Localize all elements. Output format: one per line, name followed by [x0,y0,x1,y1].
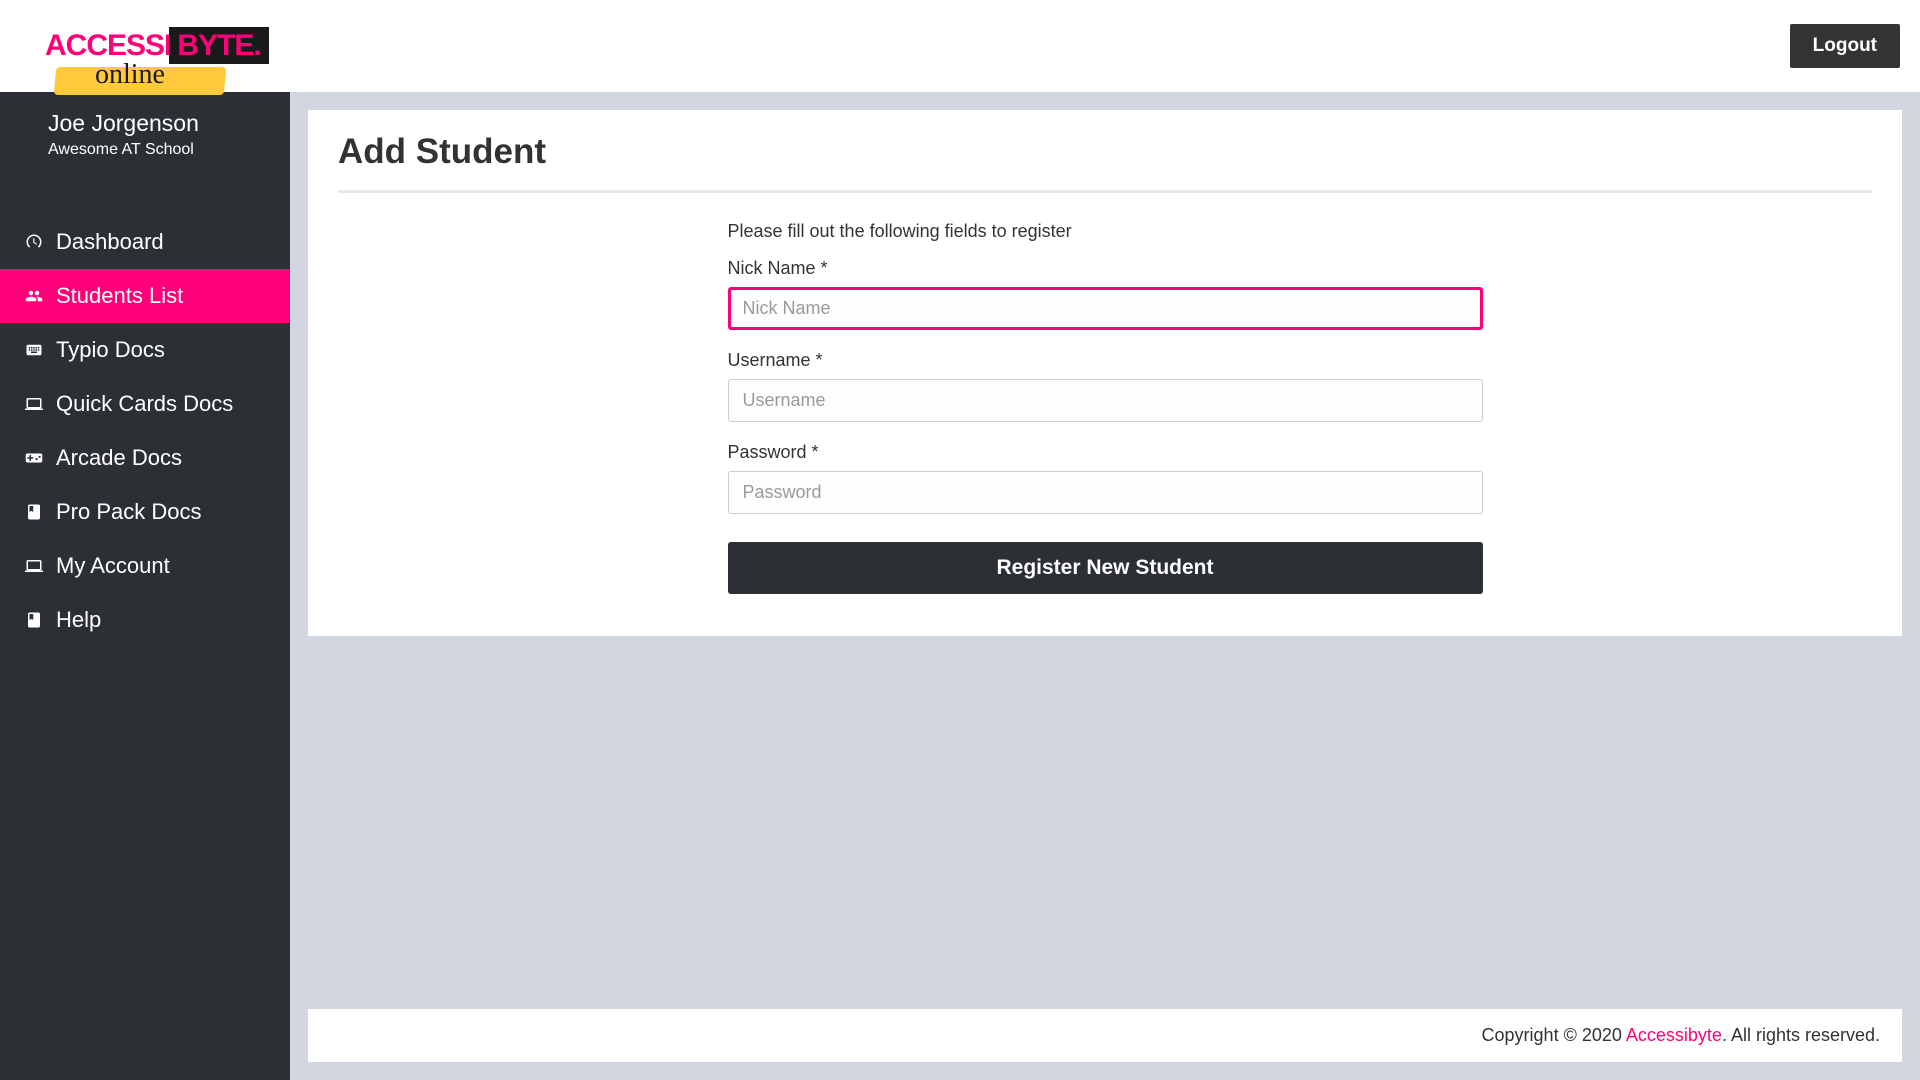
user-name: Joe Jorgenson [48,110,270,137]
logo-main-text: ACCESSIBYTE. [45,29,269,63]
content-area: Add Student Please fill out the followin… [290,92,1920,1080]
password-group: Password * [728,442,1483,514]
sidebar-item-dashboard[interactable]: Dashboard [0,215,290,269]
nickname-label: Nick Name * [728,258,1483,279]
sidebar-item-arcade-docs[interactable]: Arcade Docs [0,431,290,485]
username-group: Username * [728,350,1483,422]
sidebar-item-pro-pack-docs[interactable]: Pro Pack Docs [0,485,290,539]
logo-online-text: online [95,59,165,91]
sidebar-item-label: Help [56,607,101,633]
logo[interactable]: ACCESSIBYTE. online [45,29,269,63]
book-icon [22,502,46,522]
sidebar-item-label: Students List [56,283,183,309]
footer-brand-link[interactable]: Accessibyte [1626,1025,1722,1045]
sidebar-item-label: Typio Docs [56,337,165,363]
title-divider [338,190,1872,193]
laptop-icon [22,394,46,414]
sidebar-item-typio-docs[interactable]: Typio Docs [0,323,290,377]
laptop-icon [22,556,46,576]
content-card: Add Student Please fill out the followin… [308,110,1902,636]
sidebar: Joe Jorgenson Awesome AT School Dashboar… [0,92,290,1080]
keyboard-icon [22,340,46,360]
sidebar-item-label: Quick Cards Docs [56,391,233,417]
user-info: Joe Jorgenson Awesome AT School [0,92,290,185]
book-icon [22,610,46,630]
gamepad-icon [22,448,46,468]
sidebar-item-label: Dashboard [56,229,164,255]
dashboard-icon [22,232,46,252]
sidebar-item-label: Arcade Docs [56,445,182,471]
sidebar-item-quick-cards-docs[interactable]: Quick Cards Docs [0,377,290,431]
footer-copyright-post: . All rights reserved. [1722,1025,1880,1045]
sidebar-item-label: My Account [56,553,170,579]
sidebar-item-label: Pro Pack Docs [56,499,202,525]
password-label: Password * [728,442,1483,463]
header: ACCESSIBYTE. online Logout [0,0,1920,92]
sidebar-item-students-list[interactable]: Students List [0,269,290,323]
password-input[interactable] [728,471,1483,514]
footer: Copyright © 2020 Accessibyte. All rights… [308,1009,1902,1062]
page-title: Add Student [338,132,1872,172]
sidebar-item-my-account[interactable]: My Account [0,539,290,593]
sidebar-item-help[interactable]: Help [0,593,290,647]
user-school: Awesome AT School [48,141,270,159]
footer-copyright-pre: Copyright © 2020 [1482,1025,1626,1045]
form-instruction: Please fill out the following fields to … [728,221,1483,242]
nav-list: Dashboard Students List Typio Docs Quick… [0,215,290,647]
users-icon [22,286,46,306]
nickname-input[interactable] [728,287,1483,330]
username-label: Username * [728,350,1483,371]
logout-button[interactable]: Logout [1790,24,1900,68]
username-input[interactable] [728,379,1483,422]
nickname-group: Nick Name * [728,258,1483,330]
add-student-form: Please fill out the following fields to … [728,221,1483,594]
register-new-student-button[interactable]: Register New Student [728,542,1483,594]
